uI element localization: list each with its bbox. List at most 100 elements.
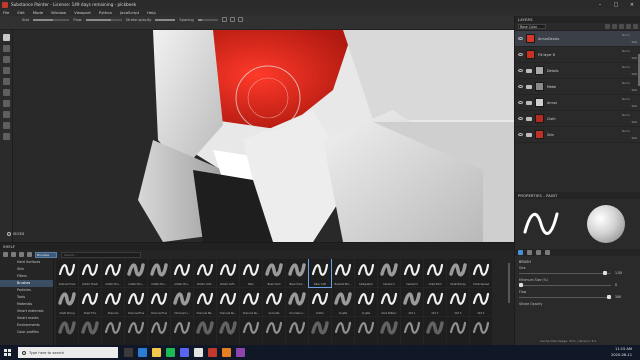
layer-blend-mode[interactable]: Norm: [622, 65, 630, 69]
brush-item[interactable]: Charcoal No...: [217, 288, 239, 316]
folder-icon[interactable]: [526, 84, 532, 89]
layer-opacity[interactable]: 100: [631, 72, 637, 76]
3d-viewport[interactable]: [13, 30, 514, 242]
layer-row[interactable]: Cloth Norm 100: [515, 111, 640, 127]
brush-item[interactable]: Chalk Spread: [470, 259, 492, 287]
brush-item[interactable]: [447, 317, 469, 345]
edge-icon[interactable]: [138, 348, 147, 357]
brush-item[interactable]: Concrete Li...: [286, 288, 308, 316]
brush-item[interactable]: [56, 317, 78, 345]
folder-icon[interactable]: [3, 252, 8, 257]
visibility-eye-icon[interactable]: [518, 37, 523, 40]
brush-item[interactable]: Artistic Soft...: [217, 259, 239, 287]
visibility-eye-icon[interactable]: [518, 53, 523, 56]
color-picker-icon[interactable]: [3, 100, 10, 107]
brush-item[interactable]: Cement 1: [378, 259, 400, 287]
delete-layer-icon[interactable]: [633, 24, 638, 29]
menu-file[interactable]: File: [3, 10, 9, 15]
brush-item[interactable]: Dirt 3: [447, 288, 469, 316]
close-button[interactable]: ×: [624, 0, 640, 9]
clone-tool-icon[interactable]: [3, 89, 10, 96]
layer-opacity[interactable]: 100: [631, 56, 637, 60]
display-settings-icon[interactable]: [3, 122, 10, 129]
menu-python[interactable]: Python: [99, 10, 112, 15]
shelf-category[interactable]: Tools: [0, 294, 53, 301]
obs-icon[interactable]: [222, 348, 231, 357]
spotify-icon[interactable]: [166, 348, 175, 357]
brush-item[interactable]: Airbrush Hard: [56, 259, 78, 287]
shelf-category[interactable]: Smart masks: [0, 315, 53, 322]
menu-window[interactable]: Window: [51, 10, 66, 15]
add-folder-icon[interactable]: [626, 24, 631, 29]
eraser-tool-icon[interactable]: [3, 45, 10, 52]
brush-item[interactable]: Charcoal Fine: [125, 288, 147, 316]
brush-item[interactable]: Artistic Bru...: [148, 259, 170, 287]
layer-opacity[interactable]: 100: [631, 120, 637, 124]
shelf-category[interactable]: Filters: [0, 273, 53, 280]
shelf-category[interactable]: Color profiles: [0, 329, 53, 336]
windows-start-icon[interactable]: [4, 349, 11, 356]
layer-row[interactable]: Armor Norm 100: [515, 95, 640, 111]
geometry-mask-icon[interactable]: [3, 67, 10, 74]
filter-icon[interactable]: [27, 252, 32, 257]
task-view-icon[interactable]: [124, 348, 133, 357]
layer-blend-mode[interactable]: Norm: [622, 33, 630, 37]
brush-item[interactable]: Dirt 1: [401, 288, 423, 316]
brush-item[interactable]: [424, 317, 446, 345]
folder-icon[interactable]: [526, 100, 532, 105]
menu-mode[interactable]: Mode: [33, 10, 43, 15]
layer-row[interactable]: Details Norm 100: [515, 63, 640, 79]
brush-item[interactable]: Calligraphic: [355, 259, 377, 287]
spacing-slider[interactable]: [197, 18, 218, 21]
folder-icon[interactable]: [526, 68, 532, 73]
paint-tool-icon[interactable]: [3, 34, 10, 41]
layer-blend-mode[interactable]: Norm: [622, 97, 630, 101]
brush-item[interactable]: [470, 317, 492, 345]
smudge-tool-icon[interactable]: [3, 78, 10, 85]
brush-item[interactable]: Chalk Strong: [56, 288, 78, 316]
shelf-category[interactable]: Smart materials: [0, 308, 53, 315]
brush-item[interactable]: Artistic Bru...: [171, 259, 193, 287]
brush-item[interactable]: [148, 317, 170, 345]
brush-item[interactable]: Basmati Bru...: [332, 259, 354, 287]
shelf-category[interactable]: Environments: [0, 322, 53, 329]
brush-item[interactable]: Artistic Soft...: [194, 259, 216, 287]
layer-row[interactable]: Metal Norm 100: [515, 79, 640, 95]
add-layer-icon[interactable]: [612, 24, 617, 29]
add-fill-layer-icon[interactable]: [605, 24, 610, 29]
brush-item[interactable]: [102, 317, 124, 345]
brush-item[interactable]: Cement 2: [401, 259, 423, 287]
brush-size-slider[interactable]: 1.55: [519, 271, 636, 276]
brush-item[interactable]: Bark: [240, 259, 262, 287]
camera-icon[interactable]: [237, 17, 243, 22]
symmetry-icon[interactable]: [221, 17, 227, 22]
shelf-search-input[interactable]: Search...: [61, 251, 141, 258]
brush-item[interactable]: [332, 317, 354, 345]
brush-item[interactable]: Crystal: [332, 288, 354, 316]
brush-item[interactable]: Charcoal Ma...: [194, 288, 216, 316]
layer-opacity[interactable]: 100: [631, 104, 637, 108]
stencil-tab-icon[interactable]: [536, 250, 541, 255]
shelf-scrollbar[interactable]: [508, 263, 510, 303]
layer-row[interactable]: Skin Norm 100: [515, 127, 640, 143]
system-clock[interactable]: 11:15 AM 2020-06-11: [611, 346, 632, 358]
alpha-tab-icon[interactable]: [527, 250, 532, 255]
layer-blend-mode[interactable]: Norm: [622, 129, 630, 133]
brush-item[interactable]: Basic Soft: [308, 259, 332, 288]
shelf-category[interactable]: Particles: [0, 287, 53, 294]
brush-item[interactable]: Dirt 2: [424, 288, 446, 316]
layer-blend-mode[interactable]: Norm: [622, 49, 630, 53]
layer-blend-mode[interactable]: Norm: [622, 113, 630, 117]
brush-item[interactable]: [217, 317, 239, 345]
layer-row[interactable]: ArmorDecals Norm 100: [515, 31, 640, 47]
visibility-eye-icon[interactable]: [518, 85, 523, 88]
min-size-slider[interactable]: 0: [519, 283, 636, 288]
brush-item[interactable]: Chalk Bumpy: [447, 259, 469, 287]
brush-item[interactable]: [171, 317, 193, 345]
brush-item[interactable]: [355, 317, 377, 345]
brush-item[interactable]: [194, 317, 216, 345]
visibility-eye-icon[interactable]: [518, 101, 523, 104]
brush-item[interactable]: Concrete: [263, 288, 285, 316]
brush-item[interactable]: [79, 317, 101, 345]
menu-javascript[interactable]: JavaScript: [120, 10, 139, 15]
